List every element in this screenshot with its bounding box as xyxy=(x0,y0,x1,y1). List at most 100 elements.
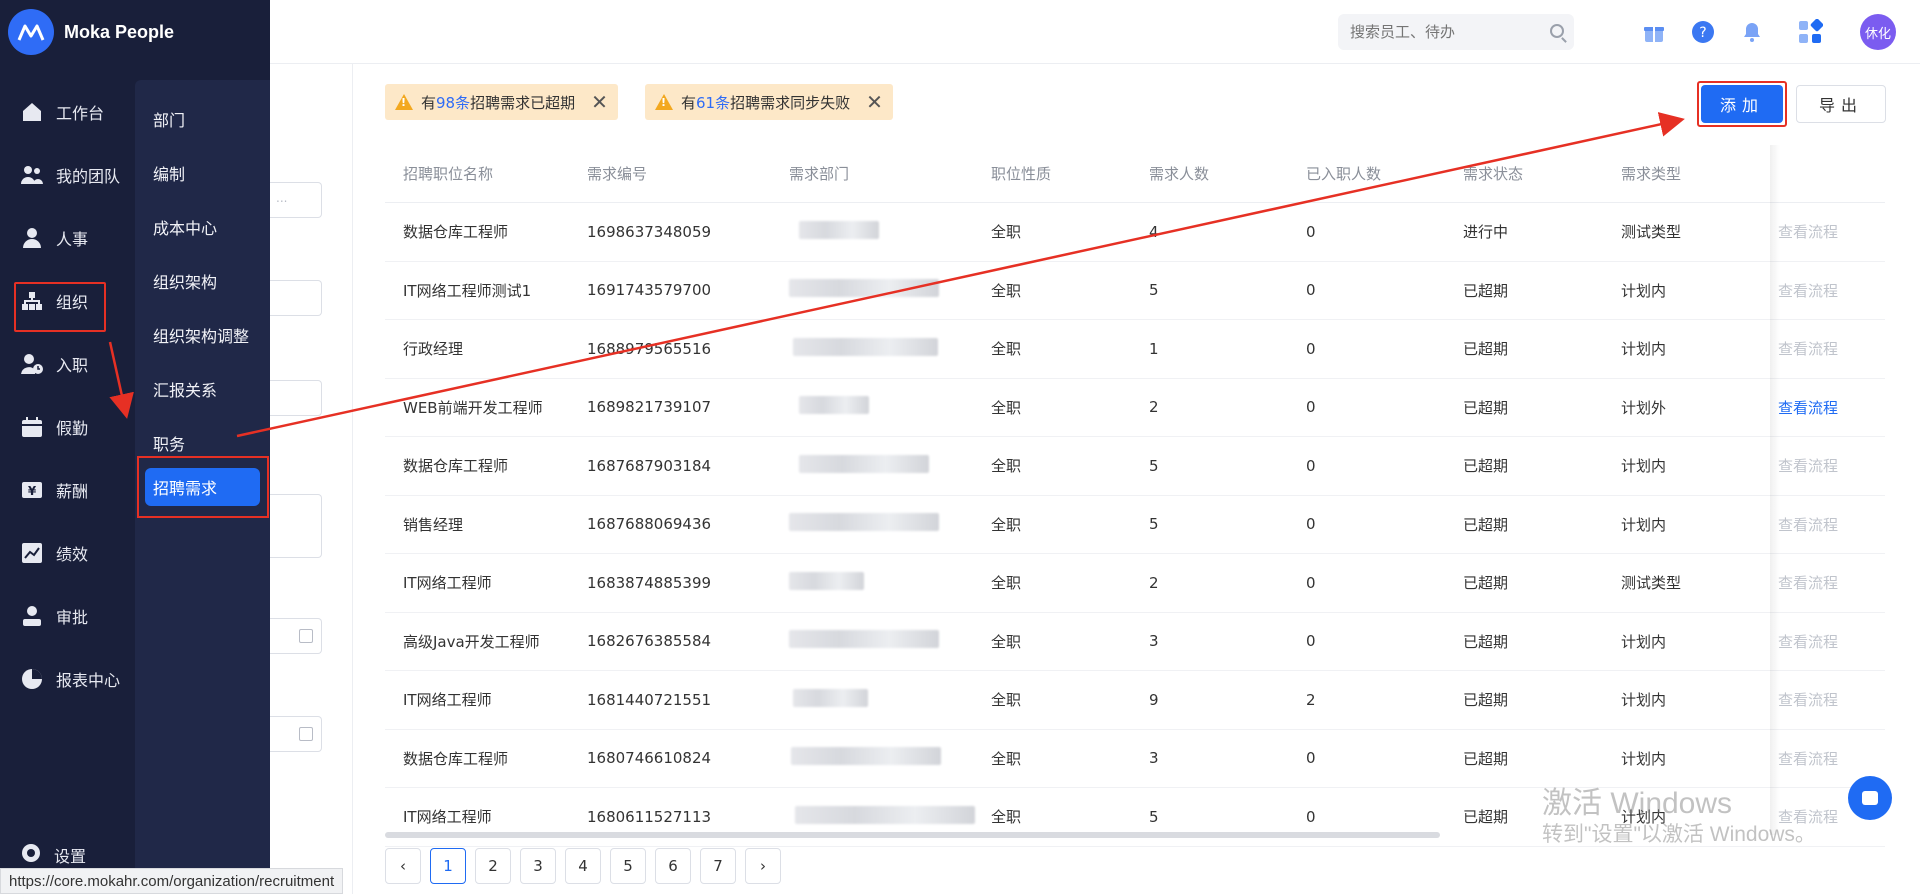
filter-field[interactable] xyxy=(270,380,322,416)
redacted-department xyxy=(791,747,941,766)
nav-item-workbench[interactable]: 工作台 xyxy=(0,80,135,143)
nav-item-my-team[interactable]: 我的团队 xyxy=(0,143,135,206)
close-icon[interactable]: ✕ xyxy=(866,92,883,112)
column-header[interactable]: 职位性质 xyxy=(991,163,1149,184)
column-header[interactable]: 需求类型 xyxy=(1621,163,1778,184)
table-row[interactable]: 数据仓库工程师 1687687903184 全职 5 0 已超期 计划内 查看流程 xyxy=(385,437,1885,496)
submenu-item-reporting[interactable]: 汇报关系 xyxy=(135,362,270,416)
column-header[interactable]: 已入职人数 xyxy=(1306,163,1463,184)
table-row[interactable]: 高级Java开发工程师 1682676385584 全职 3 0 已超期 计划内 查看流程 xyxy=(385,613,1885,671)
gift-icon[interactable] xyxy=(1640,18,1668,46)
alert-count-link[interactable]: 61条 xyxy=(696,94,730,112)
view-process-link[interactable]: 查看流程 xyxy=(1778,397,1885,418)
redacted-department xyxy=(789,571,864,590)
page-button[interactable]: 3 xyxy=(520,848,556,884)
search-input[interactable] xyxy=(1350,23,1540,41)
page-button[interactable]: 2 xyxy=(475,848,511,884)
view-process-link[interactable]: 查看流程 xyxy=(1778,455,1885,476)
column-header[interactable]: 需求部门 xyxy=(789,163,991,184)
filter-field[interactable]: ... xyxy=(270,182,322,218)
avatar[interactable]: 休化 xyxy=(1860,14,1896,50)
redacted-department xyxy=(799,220,879,239)
cell-hired-count: 2 xyxy=(1306,690,1316,709)
view-process-link[interactable]: 查看流程 xyxy=(1778,514,1885,535)
nav-item-label: 审批 xyxy=(56,607,89,627)
view-process-link[interactable]: 查看流程 xyxy=(1778,338,1885,359)
close-icon[interactable]: ✕ xyxy=(591,92,608,112)
table-row[interactable]: WEB前端开发工程师 1689821739107 全职 2 0 已超期 计划外 查看流程 xyxy=(385,379,1885,437)
cell-status: 进行中 xyxy=(1463,223,1509,242)
cell-request-id: 1683874885399 xyxy=(587,573,712,592)
submenu-item-headcount[interactable]: 编制 xyxy=(135,146,270,200)
page-button[interactable]: 1 xyxy=(430,848,466,884)
view-process-link[interactable]: 查看流程 xyxy=(1778,280,1885,301)
cell-position-name: 行政经理 xyxy=(403,340,464,359)
redacted-department xyxy=(793,337,938,356)
table-row[interactable]: IT网络工程师 1681440721551 全职 9 2 已超期 计划内 查看流程 xyxy=(385,671,1885,730)
page-button[interactable]: 7 xyxy=(700,848,736,884)
chat-help-button[interactable] xyxy=(1848,776,1892,820)
page-button[interactable]: 6 xyxy=(655,848,691,884)
view-process-link[interactable]: 查看流程 xyxy=(1778,689,1885,710)
warning-icon xyxy=(655,94,673,110)
nav-item-label: 假勤 xyxy=(56,418,89,438)
table-row[interactable]: IT网络工程师 1683874885399 全职 2 0 已超期 测试类型 查看流程 xyxy=(385,554,1885,613)
horizontal-scrollbar[interactable] xyxy=(385,832,1440,838)
windows-activation-title: 激活 Windows xyxy=(1542,787,1733,820)
cell-request-id: 1680746610824 xyxy=(587,749,712,768)
nav-item-approval[interactable]: 审批 xyxy=(0,584,135,647)
date-field[interactable] xyxy=(270,618,322,654)
apps-icon[interactable] xyxy=(1796,18,1824,46)
page-button[interactable]: 5 xyxy=(610,848,646,884)
table-row[interactable]: 销售经理 1687688069436 全职 5 0 已超期 计划内 查看流程 xyxy=(385,496,1885,554)
column-header[interactable]: 招聘职位名称 xyxy=(385,163,587,184)
windows-activation-hint: 转到"设置"以激活 Windows。 xyxy=(1542,823,1816,846)
cell-position-name: IT网络工程师 xyxy=(403,574,492,593)
cell-hired-count: 0 xyxy=(1306,573,1316,592)
nav-item-hr[interactable]: 人事 xyxy=(0,206,135,269)
nav-item-settings[interactable]: 设置 xyxy=(20,842,86,868)
view-process-link[interactable]: 查看流程 xyxy=(1778,221,1885,242)
table-row[interactable]: 数据仓库工程师 1698637348059 全职 4 0 进行中 测试类型 查看流程 xyxy=(385,203,1885,262)
view-process-link[interactable]: 查看流程 xyxy=(1778,572,1885,593)
page-button[interactable]: 4 xyxy=(565,848,601,884)
help-icon[interactable]: ? xyxy=(1689,18,1717,46)
cell-headcount: 5 xyxy=(1149,807,1159,826)
date-field[interactable] xyxy=(270,716,322,752)
nav-item-reports[interactable]: 报表中心 xyxy=(0,647,135,710)
search-icon[interactable] xyxy=(1550,24,1564,38)
nav-item-salary[interactable]: ¥ 薪酬 xyxy=(0,458,135,521)
home-icon xyxy=(20,100,44,124)
filter-textarea[interactable] xyxy=(270,494,322,558)
table-row[interactable]: 行政经理 1688979565516 全职 1 0 已超期 计划内 查看流程 xyxy=(385,320,1885,379)
view-process-link[interactable]: 查看流程 xyxy=(1778,631,1885,652)
column-header[interactable]: 需求编号 xyxy=(587,163,789,184)
nav-item-onboarding[interactable]: 入职 xyxy=(0,332,135,395)
search-box[interactable] xyxy=(1338,14,1574,50)
cell-headcount: 2 xyxy=(1149,398,1159,417)
nav-item-performance[interactable]: 绩效 xyxy=(0,521,135,584)
prev-page-button[interactable]: ‹ xyxy=(385,848,421,884)
filter-field[interactable] xyxy=(270,280,322,316)
submenu-item-org-adjustment[interactable]: 组织架构调整 xyxy=(135,308,270,362)
table-row[interactable]: IT网络工程师测试1 1691743579700 全职 5 0 已超期 计划内 查看流程 xyxy=(385,262,1885,320)
recruitment-table: 招聘职位名称 需求编号 需求部门 职位性质 需求人数 已入职人数 需求状态 需求… xyxy=(385,145,1885,847)
cell-hired-count: 0 xyxy=(1306,632,1316,651)
brand[interactable]: Moka People xyxy=(8,8,174,56)
submenu-item-cost-center[interactable]: 成本中心 xyxy=(135,200,270,254)
export-button[interactable]: 导出 xyxy=(1796,85,1886,123)
next-page-button[interactable]: › xyxy=(745,848,781,884)
cell-status: 已超期 xyxy=(1463,632,1509,651)
view-process-link[interactable]: 查看流程 xyxy=(1778,748,1885,769)
bell-icon[interactable] xyxy=(1738,18,1766,46)
column-header[interactable]: 需求人数 xyxy=(1149,163,1306,184)
submenu-item-org-structure[interactable]: 组织架构 xyxy=(135,254,270,308)
nav-item-org[interactable]: 组织 xyxy=(0,269,135,332)
submenu-item-department[interactable]: 部门 xyxy=(135,92,270,146)
cell-request-type: 计划内 xyxy=(1621,632,1667,651)
cell-position-name: 数据仓库工程师 xyxy=(403,457,509,476)
nav-item-attendance[interactable]: 假勤 xyxy=(0,395,135,458)
cell-request-id: 1698637348059 xyxy=(587,222,712,241)
column-header[interactable]: 需求状态 xyxy=(1463,163,1621,184)
alert-count-link[interactable]: 98条 xyxy=(436,94,470,112)
